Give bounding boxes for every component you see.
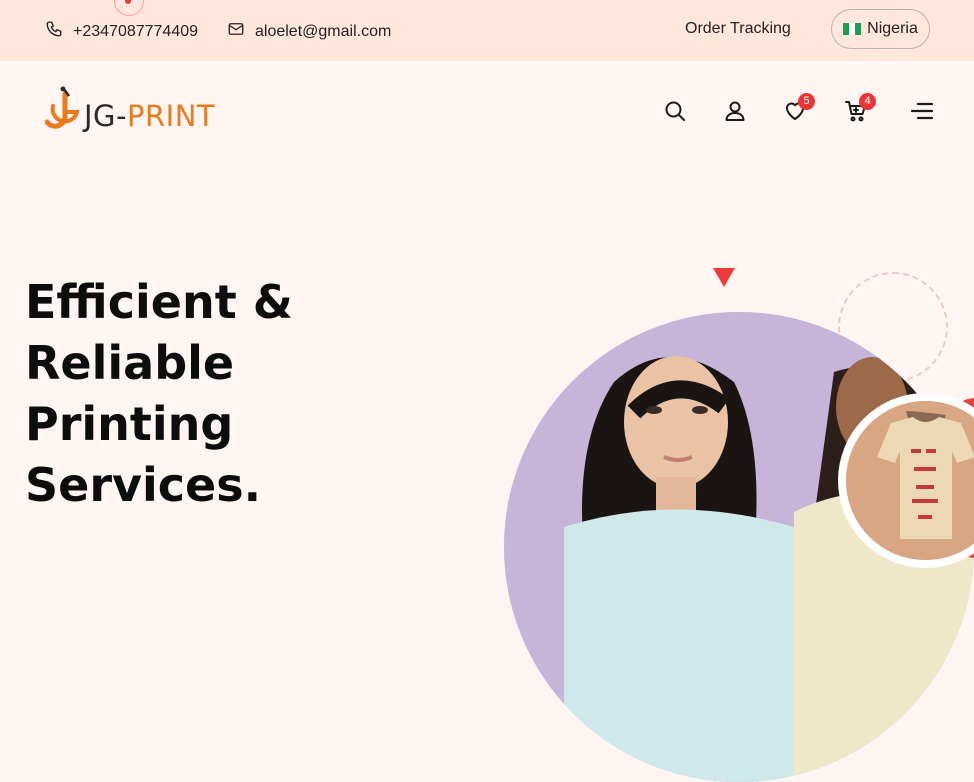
- order-tracking-link[interactable]: Order Tracking: [685, 20, 791, 38]
- email-address: aloelet@gmail.com: [255, 22, 392, 40]
- wishlist-button[interactable]: 5: [783, 93, 815, 123]
- wishlist-count-badge: 5: [798, 93, 815, 110]
- tshirt-image-frame: [846, 401, 974, 560]
- logo-text: JG-PRINT: [84, 99, 215, 133]
- country-label: Nigeria: [867, 20, 918, 37]
- email-contact[interactable]: aloelet@gmail.com: [227, 20, 391, 43]
- menu-icon: [910, 102, 934, 127]
- decorative-ring: [114, 0, 144, 16]
- search-button[interactable]: [663, 99, 687, 123]
- decorative-triangle: [713, 268, 735, 287]
- heart-icon: [783, 102, 807, 127]
- nigeria-flag-icon: [843, 23, 862, 35]
- hero-title: Efficient & Reliable Printing Services.: [25, 275, 293, 512]
- search-icon: [663, 101, 687, 127]
- jg-logo-icon: [44, 86, 81, 145]
- cart-count-badge: 4: [859, 93, 876, 110]
- account-button[interactable]: [723, 99, 747, 123]
- menu-button[interactable]: [910, 99, 934, 123]
- user-icon: [723, 101, 747, 127]
- mail-icon: [227, 20, 245, 43]
- phone-icon: [45, 20, 63, 43]
- cart-icon: [844, 101, 868, 127]
- site-logo[interactable]: JG-PRINT: [44, 86, 215, 145]
- phone-number: +2347087774409: [73, 22, 199, 40]
- phone-contact[interactable]: +2347087774409: [45, 20, 198, 43]
- logo-jg: JG-: [84, 98, 127, 133]
- cart-button[interactable]: 4: [844, 93, 876, 123]
- top-bar: +2347087774409 aloelet@gmail.com Order T…: [0, 0, 974, 61]
- country-selector-button[interactable]: Nigeria: [831, 9, 930, 49]
- logo-print: PRINT: [127, 98, 216, 133]
